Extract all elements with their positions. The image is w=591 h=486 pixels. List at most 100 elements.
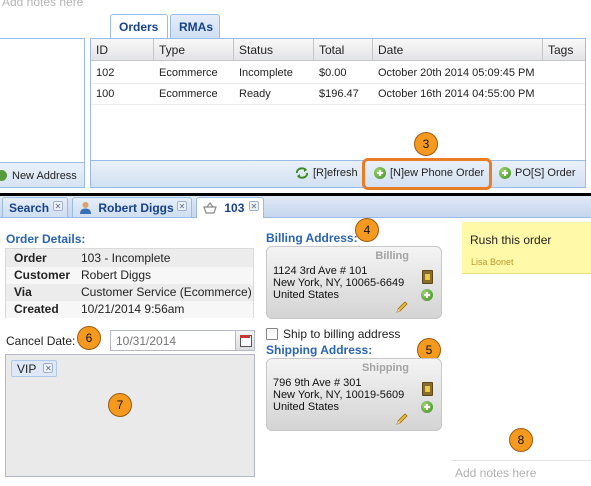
detail-key: Via [14, 285, 32, 299]
order-detail-panel: Search ✕ Robert Diggs ✕ 103 ✕ Order Deta… [0, 196, 591, 486]
callout-badge: 6 [77, 326, 101, 350]
detail-row: Via Customer Service (Ecommerce) [6, 284, 253, 301]
address-line: 1124 3rd Ave # 101 [273, 265, 368, 277]
sticky-note-text: Rush this order [470, 233, 552, 247]
tab-rmas[interactable]: RMAs [170, 14, 220, 38]
ship-to-billing-label: Ship to billing address [283, 327, 401, 341]
person-icon [80, 202, 91, 214]
cell-id: 102 [96, 67, 115, 79]
detail-value: Robert Diggs [81, 268, 152, 282]
plus-icon [499, 167, 511, 179]
close-icon[interactable]: ✕ [43, 363, 54, 373]
cell-date: October 20th 2014 05:09:45 PM [378, 67, 535, 79]
grid-toolbar: [R]efresh [N]ew Phone Order PO[S] Order [91, 160, 585, 187]
tag-chip-label: VIP [17, 362, 37, 376]
cell-id: 100 [96, 88, 115, 100]
tab-orders[interactable]: Orders [110, 14, 168, 39]
plus-icon [0, 170, 7, 181]
shipping-tag: Shipping [361, 362, 409, 374]
detail-row: Created 10/21/2014 9:56am [6, 301, 253, 318]
refresh-button[interactable]: [R]efresh [295, 167, 358, 179]
address-panel: New Address [0, 38, 85, 188]
cancel-date-input[interactable] [111, 331, 235, 350]
sticky-note[interactable]: Rush this order Lisa Bonet [462, 222, 591, 274]
close-icon[interactable]: ✕ [177, 201, 187, 211]
callout-badge: 8 [509, 428, 533, 452]
cell-total: $0.00 [319, 67, 347, 79]
tab-customer-label: Robert Diggs [98, 201, 174, 215]
detail-key: Customer [14, 268, 71, 282]
address-line: New York, NY, 10065-6649 [273, 277, 405, 289]
tab-search-label: Search [9, 201, 50, 215]
cell-status: Incomplete [239, 67, 293, 79]
cancel-date-field[interactable] [110, 330, 255, 351]
shipping-address-card: Shipping 796 9th Ave # 301 New York, NY,… [266, 358, 442, 431]
add-address-icon[interactable] [421, 289, 433, 301]
tab-search[interactable]: Search ✕ [2, 197, 68, 217]
cell-status: Ready [239, 88, 271, 100]
notes-input[interactable]: Add notes here [451, 460, 591, 486]
order-details-title: Order Details: [6, 232, 86, 246]
detail-key: Order [14, 251, 47, 265]
orders-panel: Add notes here New Address Orders RMAs I… [0, 0, 591, 193]
pos-order-button[interactable]: PO[S] Order [499, 167, 576, 179]
workspace-tab-strip: Search ✕ Robert Diggs ✕ 103 ✕ [0, 196, 591, 218]
cancel-date-label: Cancel Date: [6, 334, 76, 348]
close-icon[interactable]: ✕ [53, 201, 63, 211]
detail-row: Order 103 - Incomplete [6, 250, 253, 267]
order-details-table: Order 103 - Incomplete Customer Robert D… [5, 248, 254, 318]
pos-order-label: PO[S] Order [515, 167, 576, 179]
tag-chip[interactable]: VIP ✕ [11, 360, 58, 377]
address-line: New York, NY, 10019-5609 [273, 389, 405, 401]
detail-row: Customer Robert Diggs [6, 267, 253, 284]
column-header-total[interactable]: Total [314, 39, 373, 61]
pencil-icon[interactable] [395, 412, 409, 426]
address-line: United States [273, 401, 340, 413]
address-book-icon[interactable] [422, 382, 433, 396]
checkbox-box[interactable] [266, 328, 278, 340]
cell-date: October 16th 2014 04:55:00 PM [378, 88, 535, 100]
sticky-note-author: Lisa Bonet [471, 257, 514, 267]
cell-type: Ecommerce [159, 67, 218, 79]
cell-total: $196.47 [319, 88, 359, 100]
detail-value: Customer Service (Ecommerce) [81, 285, 252, 299]
tags-field[interactable]: VIP ✕ 7 [5, 354, 255, 477]
address-book-icon[interactable] [422, 270, 433, 284]
column-header-id[interactable]: ID [91, 39, 154, 61]
column-header-status[interactable]: Status [234, 39, 314, 61]
refresh-label: [R]efresh [313, 167, 358, 179]
pencil-icon[interactable] [395, 300, 409, 314]
billing-tag: Billing [375, 250, 409, 262]
orders-grid: ID Type Status Total Date Tags 102 Ecomm… [90, 38, 586, 188]
address-line: United States [273, 289, 340, 301]
detail-key: Created [14, 302, 59, 316]
grid-header: ID Type Status Total Date Tags [91, 39, 585, 61]
basket-icon [203, 202, 217, 214]
column-header-date[interactable]: Date [373, 39, 543, 61]
billing-address-card: Billing 1124 3rd Ave # 101 New York, NY,… [266, 246, 442, 319]
column-header-type[interactable]: Type [154, 39, 234, 61]
highlight-box [362, 158, 492, 190]
table-row[interactable]: 102 Ecommerce Incomplete $0.00 October 2… [91, 63, 585, 84]
callout-badge: 4 [355, 218, 379, 242]
ship-to-billing-checkbox[interactable]: Ship to billing address [266, 327, 400, 341]
calendar-icon[interactable] [235, 331, 254, 350]
table-row[interactable]: 100 Ecommerce Ready $196.47 October 16th… [91, 84, 585, 105]
tab-customer[interactable]: Robert Diggs ✕ [72, 197, 192, 217]
new-address-button[interactable]: New Address [12, 170, 77, 182]
column-header-tags[interactable]: Tags [543, 39, 585, 61]
callout-badge: 3 [414, 132, 438, 156]
shipping-address-title: Shipping Address: [266, 343, 373, 357]
detail-value: 103 - Incomplete [81, 251, 171, 265]
notes-top-placeholder[interactable]: Add notes here [2, 0, 83, 9]
address-line: 796 9th Ave # 301 [273, 377, 362, 389]
callout-badge: 7 [108, 393, 132, 417]
add-address-icon[interactable] [421, 401, 433, 413]
refresh-icon [295, 167, 309, 179]
close-icon[interactable]: ✕ [249, 201, 259, 211]
tab-order[interactable]: 103 ✕ [196, 197, 264, 218]
detail-value: 10/21/2014 9:56am [81, 302, 185, 316]
cell-type: Ecommerce [159, 88, 218, 100]
address-toolbar: New Address [0, 162, 84, 187]
billing-address-title: Billing Address: [266, 231, 358, 245]
